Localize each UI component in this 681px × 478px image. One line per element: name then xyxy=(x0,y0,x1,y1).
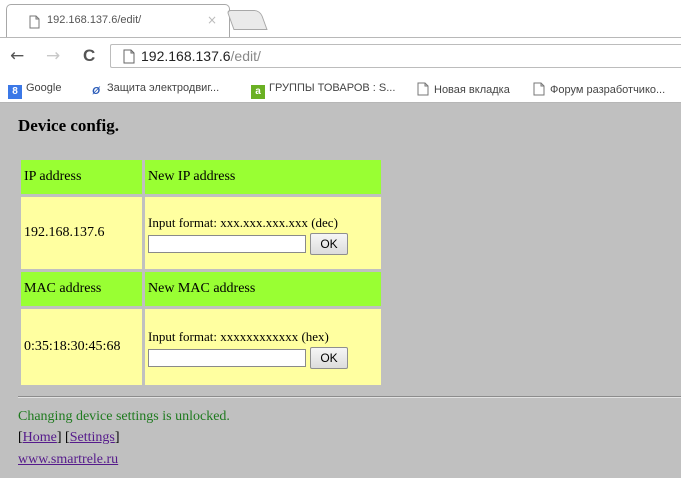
current-ip-value: 192.168.137.6 xyxy=(21,197,142,269)
settings-link[interactable]: Settings xyxy=(70,430,115,445)
page-icon xyxy=(417,82,429,96)
page-icon xyxy=(123,49,135,64)
new-mac-label: New MAC address xyxy=(145,272,381,306)
site-link[interactable]: www.smartrele.ru xyxy=(18,452,118,467)
new-ip-input[interactable] xyxy=(148,234,306,253)
browser-tab[interactable]: 192.168.137.6/edit/ × xyxy=(6,4,230,38)
new-ip-cell: Input format: xxx.xxx.xxx.xxx (dec) OK xyxy=(145,197,381,269)
mac-header-row: MAC address New MAC address xyxy=(21,272,381,306)
back-icon[interactable]: ← xyxy=(10,46,24,66)
forward-icon[interactable]: → xyxy=(46,46,60,66)
address-bar[interactable]: 192.168.137.6/edit/ xyxy=(110,44,681,68)
new-mac-input[interactable] xyxy=(148,348,306,367)
new-ip-label: New IP address xyxy=(145,160,381,194)
google-icon: 8 xyxy=(8,85,22,99)
catalog-icon: a xyxy=(251,85,265,99)
url-path: /edit/ xyxy=(230,48,261,64)
mac-value-row: 0:35:18:30:45:68 Input format: xxxxxxxxx… xyxy=(21,309,381,385)
config-table: IP address New IP address 192.168.137.6 … xyxy=(18,157,384,388)
url-host: 192.168.137.6 xyxy=(141,48,231,64)
bookmark-label: Новая вкладка xyxy=(434,84,510,96)
ip-label: IP address xyxy=(21,160,142,194)
home-link[interactable]: Home xyxy=(23,430,57,445)
reload-icon[interactable]: C xyxy=(83,46,95,66)
status-message: Changing device settings is unlocked. xyxy=(18,409,230,424)
bookmark-label: Google xyxy=(26,82,62,94)
bookmark-dev-forum[interactable]: Форум разработчико... xyxy=(532,82,665,98)
bookmark-label: Форум разработчико... xyxy=(550,84,666,96)
new-tab-button[interactable] xyxy=(226,10,268,30)
url-text: 192.168.137.6/edit/ xyxy=(141,48,261,64)
site-footer: www.smartrele.ru xyxy=(18,452,118,468)
bookmark-google[interactable]: 8 Google xyxy=(8,82,62,99)
page-title: Device config. xyxy=(18,116,120,135)
divider xyxy=(18,396,681,398)
page-icon xyxy=(533,82,545,96)
bookmark-label: Защита электродвиг... xyxy=(107,82,220,94)
browser-toolbar: ← → C 192.168.137.6/edit/ xyxy=(0,38,681,76)
motor-icon: Ø xyxy=(92,86,100,97)
bracket-close: ] xyxy=(114,430,120,445)
bookmark-new-tab[interactable]: Новая вкладка xyxy=(416,82,510,98)
ip-value-row: 192.168.137.6 Input format: xxx.xxx.xxx.… xyxy=(21,197,381,269)
mac-label: MAC address xyxy=(21,272,142,306)
mac-format-hint: Input format: xxxxxxxxxxxx (hex) xyxy=(148,328,329,344)
new-mac-cell: Input format: xxxxxxxxxxxx (hex) OK xyxy=(145,309,381,385)
current-mac-value: 0:35:18:30:45:68 xyxy=(21,309,142,385)
ip-header-row: IP address New IP address xyxy=(21,160,381,194)
bracket-separator: ] [ xyxy=(56,430,70,445)
mac-input-row: OK xyxy=(148,346,381,369)
nav-links: [Home] [Settings] xyxy=(18,430,120,446)
browser-chrome: 192.168.137.6/edit/ × ← → C 192.168.137.… xyxy=(0,0,681,103)
bookmark-label: ГРУППЫ ТОВАРОВ : S... xyxy=(269,82,396,94)
mac-ok-button[interactable]: OK xyxy=(310,346,348,369)
bookmark-product-groups[interactable]: a ГРУППЫ ТОВАРОВ : S... xyxy=(251,82,396,99)
page-icon xyxy=(29,15,40,29)
bookmark-motor-protection[interactable]: Ø Защита электродвиг... xyxy=(89,82,219,98)
tab-close-icon[interactable]: × xyxy=(207,13,217,27)
ip-input-row: OK xyxy=(148,232,381,255)
tab-title: 192.168.137.6/edit/ xyxy=(47,14,142,26)
ip-ok-button[interactable]: OK xyxy=(310,232,348,255)
ip-format-hint: Input format: xxx.xxx.xxx.xxx (dec) xyxy=(148,214,338,230)
bookmarks-bar: 8 Google Ø Защита электродвиг... a ГРУППЫ Т… xyxy=(0,76,681,103)
tab-strip: 192.168.137.6/edit/ × xyxy=(0,0,681,38)
